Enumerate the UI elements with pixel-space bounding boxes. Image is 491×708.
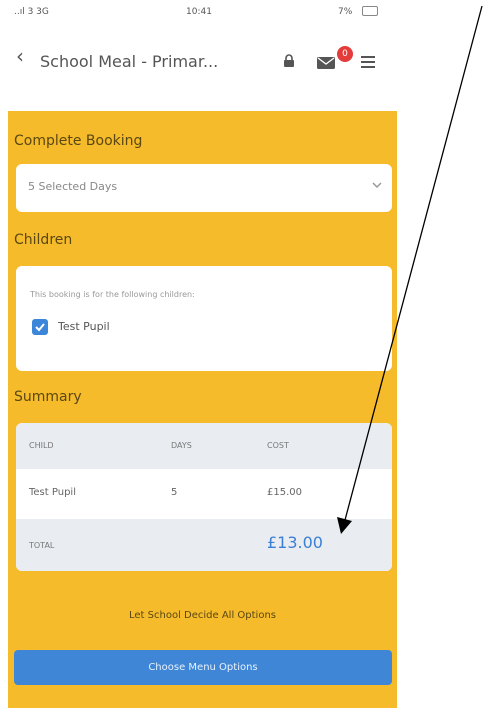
annotation-arrow [337, 5, 483, 534]
